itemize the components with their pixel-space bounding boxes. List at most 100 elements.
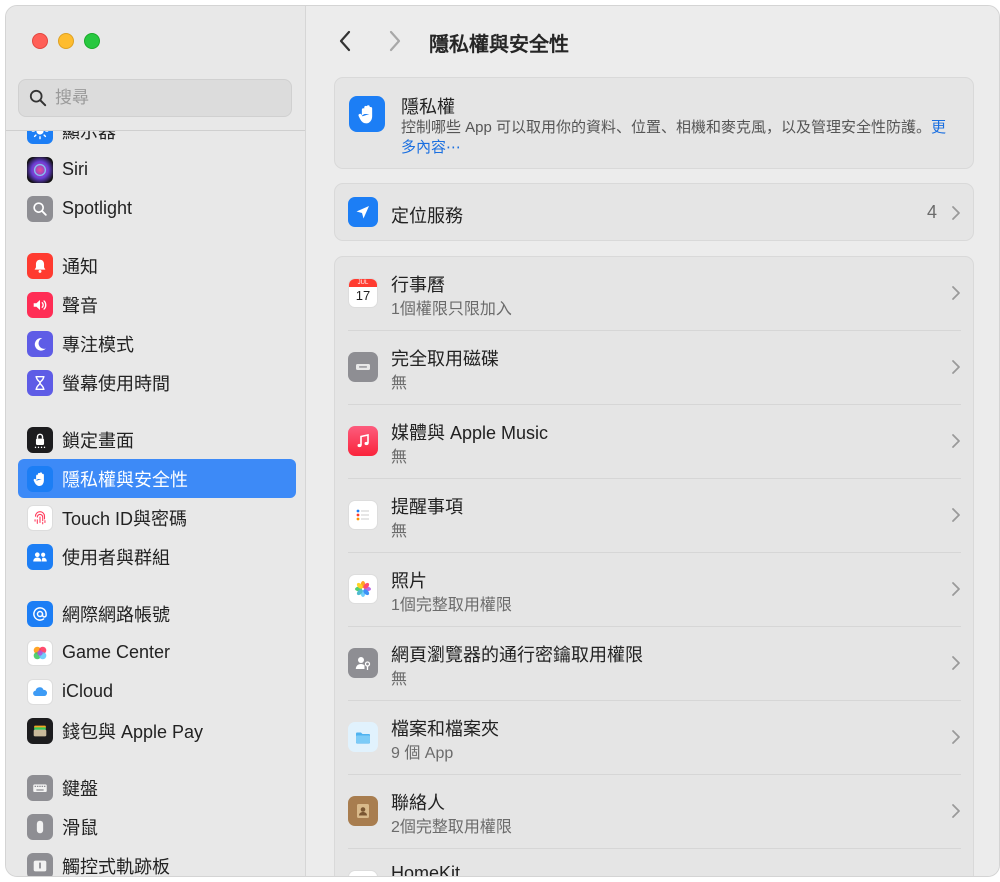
- app-permissions-list: JUL 17 行事曆 1個權限只限加入 完全取用磁碟 無 媒體與 Apple M…: [334, 256, 974, 877]
- trackpad-icon: [27, 852, 53, 876]
- home-icon: [348, 870, 378, 876]
- permission-row-full-disk-access[interactable]: 完全取用磁碟 無: [335, 331, 973, 405]
- permission-row-homekit[interactable]: HomeKit: [335, 849, 973, 877]
- sun-icon: [27, 131, 53, 144]
- contacts-icon: [348, 796, 378, 826]
- privacy-description-text: 控制哪些 App 可以取用你的資料、位置、相機和麥克風，以及管理安全性防護。: [401, 119, 932, 136]
- sidebar-item-label: 網際網路帳號: [62, 604, 170, 625]
- permission-row-media-apple-music[interactable]: 媒體與 Apple Music 無: [335, 405, 973, 479]
- sidebar-item-icloud[interactable]: iCloud: [18, 672, 296, 711]
- sidebar-item-trackpad[interactable]: 觸控式軌跡板: [18, 846, 296, 876]
- permission-subtitle: 1個權限只限加入: [391, 301, 512, 318]
- window-controls: [32, 33, 100, 49]
- sidebar-item-label: 顯示器: [62, 130, 116, 142]
- sidebar-item-label: Touch ID與密碼: [62, 508, 188, 529]
- chevron-right-icon: [389, 30, 401, 52]
- mouse-icon: [27, 813, 53, 840]
- permission-row-contacts[interactable]: 聯絡人 2個完整取用權限: [335, 775, 973, 849]
- hourglass-icon: [27, 369, 53, 396]
- settings-window: 顯示器 Siri Spotlight: [5, 5, 1000, 877]
- sidebar-item-mouse[interactable]: 滑鼠: [18, 807, 296, 846]
- folder-icon: [348, 722, 378, 752]
- permission-row-files-folders[interactable]: 檔案和檔案夾 9 個 App: [335, 701, 973, 775]
- toolbar: 隱私權與安全性: [306, 6, 999, 72]
- sidebar-item-lock-screen[interactable]: 鎖定畫面: [18, 420, 296, 459]
- fingerprint-icon: [27, 504, 53, 531]
- sidebar-item-label: 通知: [62, 256, 98, 277]
- sidebar-item-label: 鍵盤: [62, 778, 98, 799]
- search-input[interactable]: [55, 88, 255, 108]
- permission-row-reminders[interactable]: 提醒事項 無: [335, 479, 973, 553]
- sidebar-item-spotlight[interactable]: Spotlight: [18, 189, 296, 228]
- permission-row-passkey-access[interactable]: 網頁瀏覽器的通行密鑰取用權限 無: [335, 627, 973, 701]
- sidebar-item-notifications[interactable]: 通知: [18, 246, 296, 285]
- sidebar-item-sound[interactable]: 聲音: [18, 285, 296, 324]
- sidebar-item-label: 觸控式軌跡板: [62, 856, 170, 877]
- permission-row-photos[interactable]: 照片 1個完整取用權限: [335, 553, 973, 627]
- forward-button[interactable]: [380, 26, 410, 56]
- chevron-right-icon: [952, 730, 960, 744]
- permission-title: 聯絡人: [391, 793, 445, 813]
- permission-title: 提醒事項: [391, 497, 463, 517]
- sidebar-item-label: Spotlight: [62, 198, 133, 218]
- users-icon: [27, 543, 53, 570]
- chevron-left-icon: [339, 30, 351, 52]
- speaker-icon: [27, 291, 53, 318]
- chevron-right-icon: [952, 286, 960, 300]
- chevron-right-icon: [952, 656, 960, 670]
- sidebar-item-label: 專注模式: [62, 334, 134, 355]
- privacy-title: 隱私權: [401, 97, 455, 117]
- sidebar-item-label: 使用者與群組: [62, 547, 170, 568]
- bell-icon: [27, 252, 53, 279]
- lock-icon: [27, 426, 53, 453]
- game-center-icon: [27, 639, 53, 666]
- reminders-icon: [348, 500, 378, 530]
- sidebar-item-wallet-apple-pay[interactable]: 錢包與 Apple Pay: [18, 711, 296, 750]
- sidebar-item-label: 聲音: [62, 295, 98, 316]
- sidebar-item-label: Siri: [62, 159, 88, 179]
- sidebar-item-siri[interactable]: Siri: [18, 150, 296, 189]
- permission-subtitle: 1個完整取用權限: [391, 597, 512, 614]
- permission-title: 照片: [391, 571, 427, 591]
- sidebar-item-privacy-security[interactable]: 隱私權與安全性: [18, 459, 296, 498]
- sidebar-item-keyboard[interactable]: 鍵盤: [18, 768, 296, 807]
- sidebar-item-screen-time[interactable]: 螢幕使用時間: [18, 363, 296, 402]
- sidebar-item-displays[interactable]: 顯示器: [18, 130, 296, 150]
- disk-icon: [348, 352, 378, 382]
- permission-subtitle: 無: [391, 523, 408, 540]
- at-icon: [27, 600, 53, 627]
- zoom-window-button[interactable]: [84, 33, 100, 49]
- sidebar-list[interactable]: 顯示器 Siri Spotlight 通知 聲音 專注模式 螢幕使用時間 鎖定畫…: [6, 130, 305, 876]
- close-window-button[interactable]: [32, 33, 48, 49]
- chevron-right-icon: [952, 508, 960, 522]
- magnifier-icon: [27, 195, 53, 222]
- permission-title: 媒體與 Apple Music: [391, 423, 549, 443]
- permission-subtitle: 2個完整取用權限: [391, 819, 512, 836]
- sidebar-item-users-groups[interactable]: 使用者與群組: [18, 537, 296, 576]
- permission-row-calendar[interactable]: JUL 17 行事曆 1個權限只限加入: [335, 257, 973, 331]
- minimize-window-button[interactable]: [58, 33, 74, 49]
- sidebar-item-label: 錢包與 Apple Pay: [62, 721, 204, 742]
- permission-title: HomeKit: [391, 863, 461, 877]
- moon-icon: [27, 330, 53, 357]
- permission-title: 完全取用磁碟: [391, 349, 499, 369]
- privacy-header-card: 隱私權 控制哪些 App 可以取用你的資料、位置、相機和麥克風，以及管理安全性防…: [334, 77, 974, 169]
- search-field[interactable]: [18, 79, 292, 117]
- location-services-label: 定位服務: [391, 206, 463, 226]
- permission-subtitle: 無: [391, 375, 408, 392]
- sidebar-item-focus[interactable]: 專注模式: [18, 324, 296, 363]
- chevron-right-icon: [952, 804, 960, 818]
- sidebar-item-internet-accounts[interactable]: 網際網路帳號: [18, 594, 296, 633]
- location-arrow-icon: [348, 197, 378, 227]
- permission-title: 網頁瀏覽器的通行密鑰取用權限: [391, 645, 643, 665]
- sidebar-item-label: Game Center: [62, 642, 171, 662]
- back-button[interactable]: [330, 26, 360, 56]
- sidebar-item-label: 鎖定畫面: [62, 430, 134, 451]
- chevron-right-icon: [952, 360, 960, 374]
- sidebar-item-game-center[interactable]: Game Center: [18, 633, 296, 672]
- sidebar-item-touch-id[interactable]: Touch ID與密碼: [18, 498, 296, 537]
- location-services-row[interactable]: 定位服務 4: [334, 183, 974, 241]
- hand-icon: [27, 465, 53, 492]
- sidebar-item-label: 滑鼠: [62, 817, 98, 838]
- permission-subtitle: 無: [391, 449, 408, 466]
